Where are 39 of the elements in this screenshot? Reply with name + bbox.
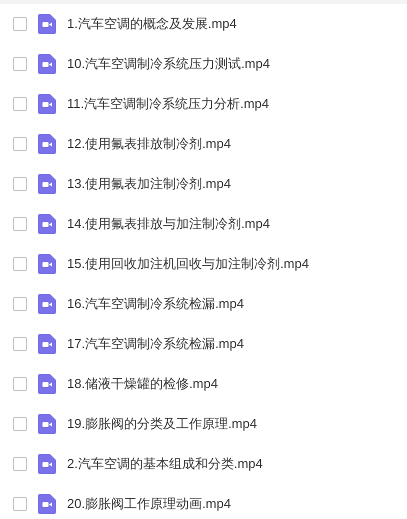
checkbox[interactable] bbox=[13, 297, 27, 311]
video-file-icon bbox=[38, 14, 56, 34]
video-file-icon bbox=[38, 134, 56, 154]
file-name[interactable]: 13.使用氟表加注制冷剂.mp4 bbox=[67, 175, 231, 193]
checkbox[interactable] bbox=[13, 177, 27, 191]
video-file-icon bbox=[38, 494, 56, 514]
checkbox[interactable] bbox=[13, 217, 27, 231]
video-file-icon bbox=[38, 174, 56, 194]
video-file-icon bbox=[38, 334, 56, 354]
video-file-icon bbox=[38, 454, 56, 474]
checkbox[interactable] bbox=[13, 337, 27, 351]
file-name[interactable]: 11.汽车空调制冷系统压力分析.mp4 bbox=[67, 95, 270, 113]
video-file-icon bbox=[38, 54, 56, 74]
file-name[interactable]: 12.使用氟表排放制冷剂.mp4 bbox=[67, 135, 231, 153]
video-file-icon bbox=[38, 294, 56, 314]
video-file-icon bbox=[38, 94, 56, 114]
file-name[interactable]: 15.使用回收加注机回收与加注制冷剂.mp4 bbox=[67, 255, 309, 273]
checkbox[interactable] bbox=[13, 57, 27, 71]
file-name[interactable]: 2.汽车空调的基本组成和分类.mp4 bbox=[67, 455, 263, 473]
video-file-icon bbox=[38, 374, 56, 394]
file-name[interactable]: 17.汽车空调制冷系统检漏.mp4 bbox=[67, 335, 244, 353]
file-name[interactable]: 16.汽车空调制冷系统检漏.mp4 bbox=[67, 295, 244, 313]
checkbox[interactable] bbox=[13, 17, 27, 31]
file-name[interactable]: 14.使用氟表排放与加注制冷剂.mp4 bbox=[67, 215, 270, 233]
video-file-icon bbox=[38, 214, 56, 234]
file-name[interactable]: 18.储液干燥罐的检修.mp4 bbox=[67, 375, 218, 393]
file-name[interactable]: 19.膨胀阀的分类及工作原理.mp4 bbox=[67, 415, 257, 433]
checkbox[interactable] bbox=[13, 457, 27, 471]
checkbox[interactable] bbox=[13, 97, 27, 111]
file-name[interactable]: 1.汽车空调的概念及发展.mp4 bbox=[67, 15, 237, 33]
video-file-icon bbox=[38, 254, 56, 274]
file-name[interactable]: 20.膨胀阀工作原理动画.mp4 bbox=[67, 495, 231, 513]
video-file-icon bbox=[38, 414, 56, 434]
checkbox[interactable] bbox=[13, 417, 27, 431]
checkbox[interactable] bbox=[13, 497, 27, 511]
checkbox[interactable] bbox=[13, 137, 27, 151]
file-name[interactable]: 10.汽车空调制冷系统压力测试.mp4 bbox=[67, 55, 270, 73]
checkbox[interactable] bbox=[13, 377, 27, 391]
checkbox[interactable] bbox=[13, 257, 27, 271]
